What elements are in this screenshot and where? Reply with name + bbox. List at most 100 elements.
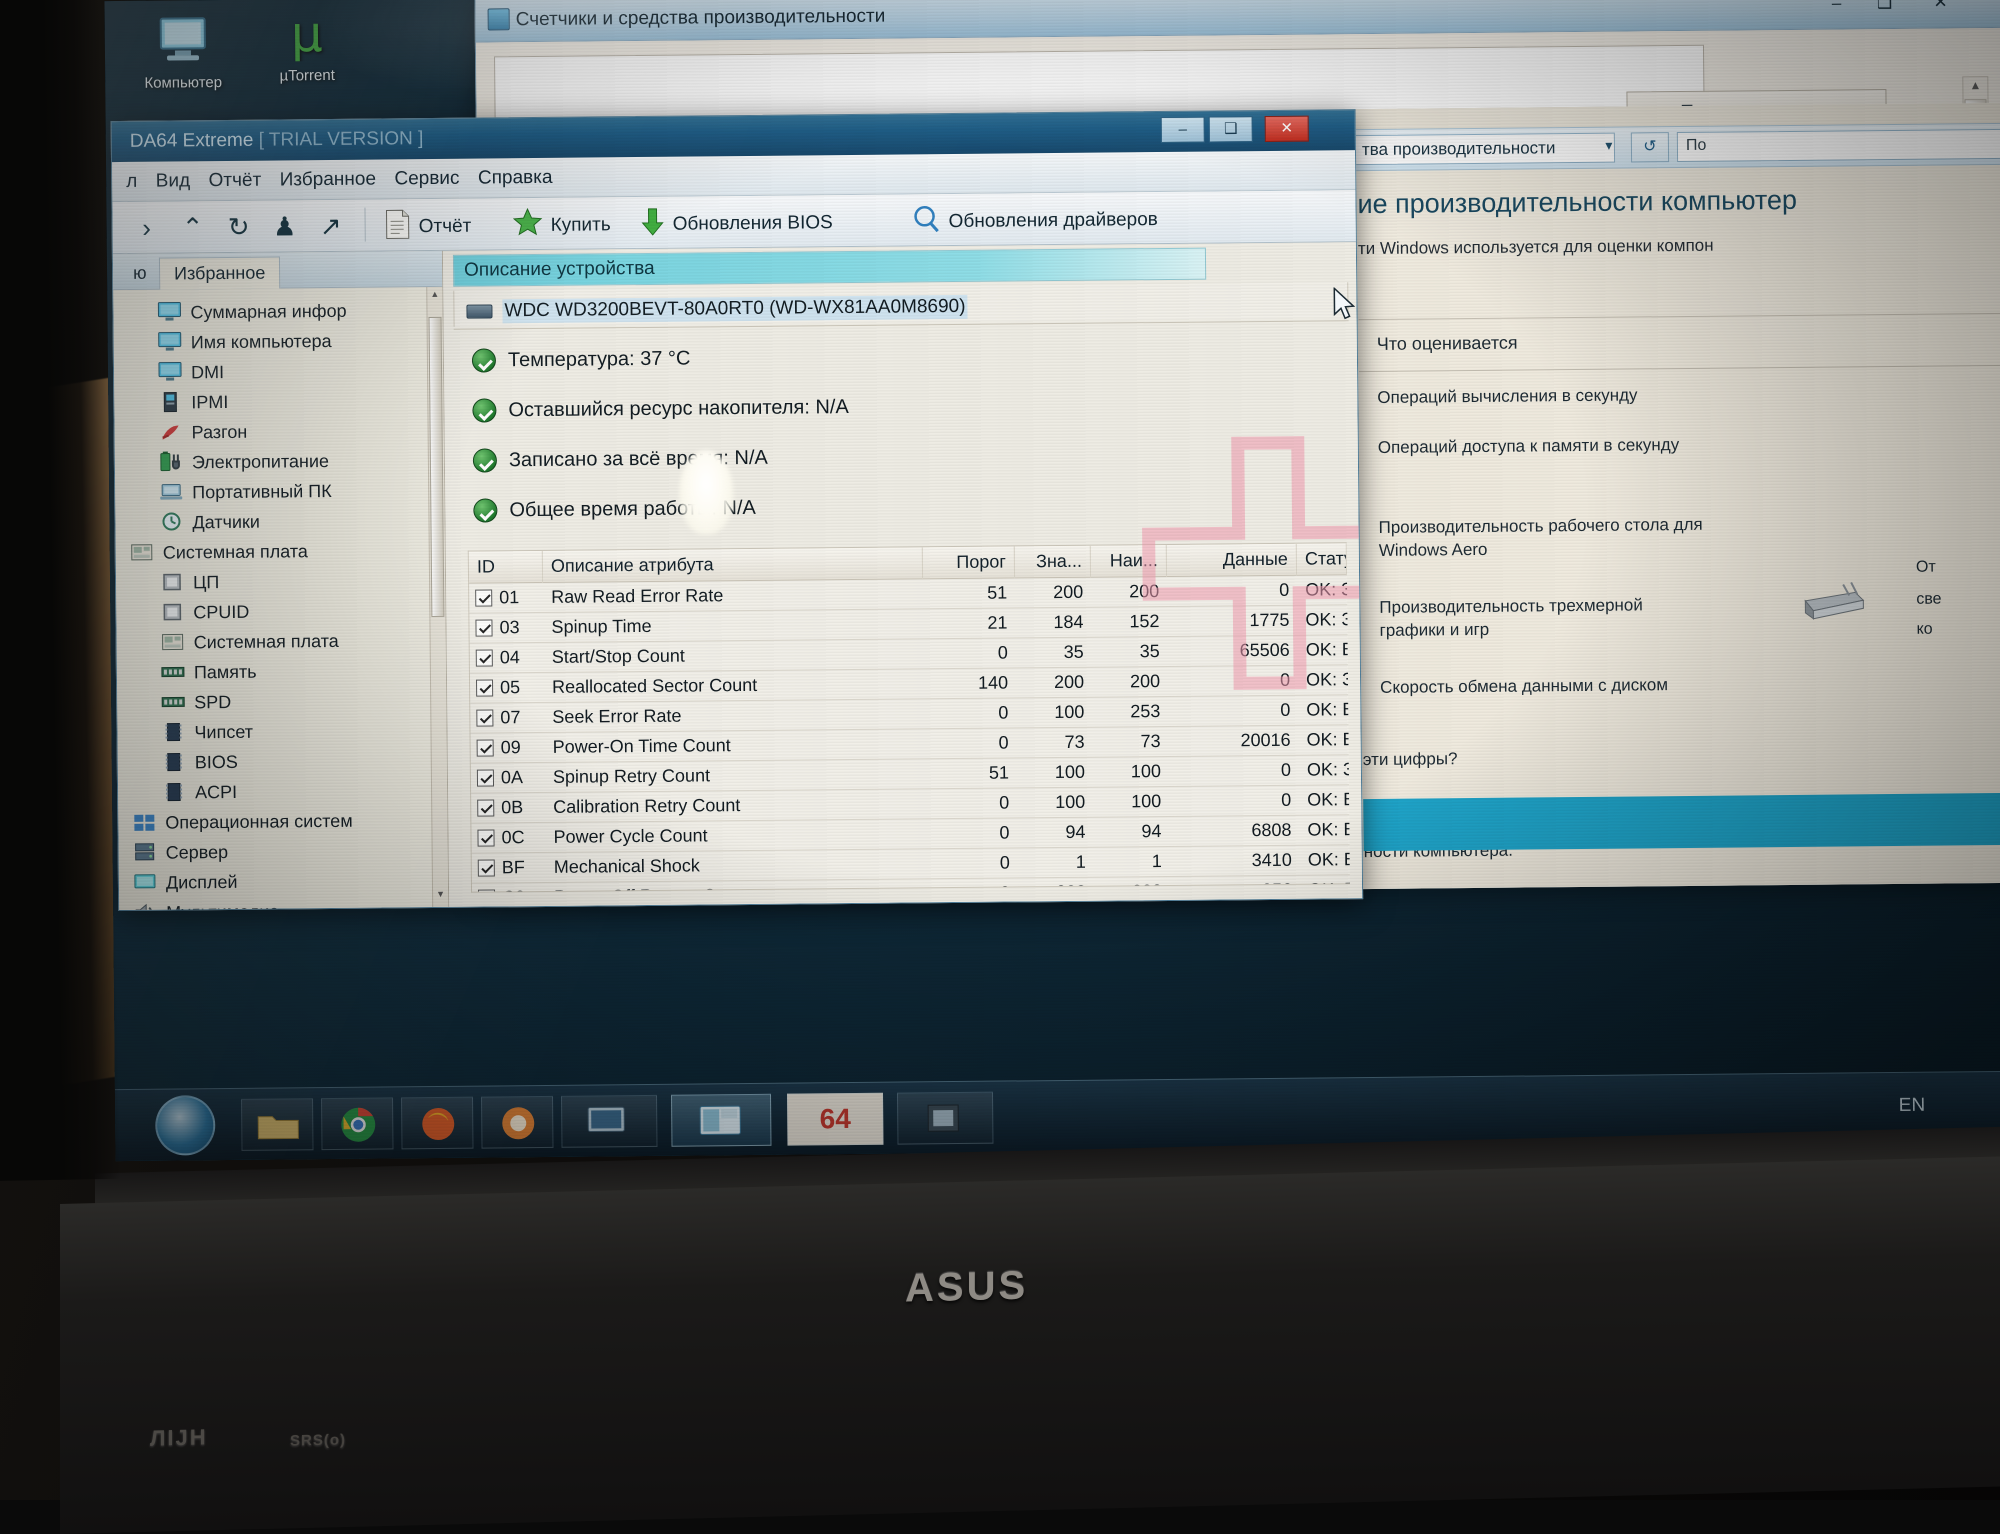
- row-checkbox[interactable]: [477, 739, 494, 756]
- row-checkbox[interactable]: [478, 889, 495, 892]
- scroll-up-icon[interactable]: ▲: [1964, 78, 1986, 100]
- perf-search-input[interactable]: По: [1677, 129, 2000, 162]
- cell-threshold: 0: [925, 818, 1017, 849]
- forward-icon[interactable]: ›: [128, 210, 164, 246]
- row-checkbox[interactable]: [477, 829, 494, 846]
- sidebar-item-2[interactable]: DMI: [118, 355, 427, 388]
- aida-maximize-button[interactable]: ❑: [1209, 116, 1253, 142]
- cell-id[interactable]: 04: [470, 642, 544, 673]
- menu-service[interactable]: Сервис: [394, 159, 473, 191]
- sidebar-item-8[interactable]: Системная плата: [120, 535, 429, 568]
- sidebar-item-10[interactable]: CPUID: [120, 595, 429, 628]
- row-checkbox[interactable]: [476, 679, 493, 696]
- buy-button[interactable]: Купить: [512, 207, 610, 240]
- column-header-id[interactable]: ID: [469, 550, 543, 583]
- sidebar-item-6[interactable]: Портативный ПК: [119, 475, 428, 508]
- sidebar-item-9[interactable]: ЦП: [120, 565, 429, 598]
- user-icon[interactable]: ♟: [266, 208, 302, 244]
- board-icon: [161, 631, 187, 653]
- tab-menu[interactable]: ю: [119, 258, 161, 290]
- desktop-icon-utorrent[interactable]: µ µTorrent: [247, 7, 368, 85]
- report-button[interactable]: Отчёт: [384, 209, 471, 242]
- row-checkbox[interactable]: [475, 589, 492, 606]
- taskbar-item-cpu-window[interactable]: [897, 1092, 993, 1145]
- menu-help[interactable]: Справка: [478, 158, 567, 190]
- sidebar-item-13[interactable]: SPD: [121, 685, 430, 718]
- row-checkbox[interactable]: [476, 709, 493, 726]
- cell-id[interactable]: 05: [470, 672, 544, 703]
- taskbar-item-explorer[interactable]: [241, 1098, 313, 1151]
- row-checkbox[interactable]: [477, 799, 494, 816]
- sidebar-scroll-thumb[interactable]: [429, 317, 445, 617]
- perf-maximize-button[interactable]: ❑: [1861, 0, 1907, 17]
- refresh-icon[interactable]: ↻: [220, 209, 256, 245]
- aida-minimize-button[interactable]: –: [1161, 117, 1205, 143]
- start-button[interactable]: [155, 1095, 216, 1156]
- sidebar-item-11[interactable]: Системная плата: [120, 625, 429, 658]
- sidebar-item-17[interactable]: Операционная систем: [122, 805, 431, 838]
- sidebar-item-7[interactable]: Датчики: [119, 505, 428, 538]
- cell-id[interactable]: 01: [469, 582, 543, 613]
- cell-id[interactable]: C0: [472, 882, 546, 892]
- cell-id[interactable]: 0A: [471, 762, 545, 793]
- sidebar-item-19[interactable]: Дисплей: [123, 865, 432, 898]
- driver-updates-button[interactable]: Обновления драйверов: [912, 202, 1158, 236]
- sidebar-item-12[interactable]: Память: [121, 655, 430, 688]
- sidebar-item-5[interactable]: Электропитание: [119, 445, 428, 478]
- sidebar-item-14[interactable]: Чипсет: [121, 715, 430, 748]
- sidebar-item-3[interactable]: IPMI: [118, 385, 427, 418]
- cell-id[interactable]: 07: [470, 702, 544, 733]
- chevron-down-icon[interactable]: ▼: [1603, 139, 1615, 153]
- taskbar-item-firefox[interactable]: [401, 1097, 473, 1150]
- scroll-up-icon[interactable]: ▲: [428, 289, 441, 305]
- sidebar-item-20[interactable]: Мультимедиа: [123, 895, 432, 910]
- taskbar-item-aida-window[interactable]: [671, 1094, 771, 1147]
- desktop-icon-computer[interactable]: Компьютер: [123, 14, 244, 92]
- row-checkbox[interactable]: [477, 769, 494, 786]
- row-checkbox[interactable]: [478, 859, 495, 876]
- sidebar-tree[interactable]: Суммарная инфорИмя компьютераDMIIPMIРазг…: [113, 287, 432, 910]
- cell-id[interactable]: 0B: [471, 792, 545, 823]
- aida64-sidebar: ю Избранное Суммарная инфорИмя компьютер…: [113, 251, 449, 910]
- column-header-threshold[interactable]: Порог: [923, 546, 1015, 579]
- sidebar-item-1[interactable]: Имя компьютера: [118, 325, 427, 358]
- chart-icon[interactable]: ↗: [312, 208, 348, 244]
- up-icon[interactable]: ⌃: [174, 209, 210, 245]
- tab-favorites[interactable]: Избранное: [159, 256, 281, 289]
- cell-desc: Seek Error Rate: [544, 699, 924, 733]
- scroll-down-icon[interactable]: ▼: [434, 889, 447, 905]
- screen-glare-blob: [679, 450, 734, 535]
- menu-favorites[interactable]: Избранное: [279, 159, 390, 191]
- taskbar-language-indicator[interactable]: EN: [1899, 1095, 1926, 1117]
- device-row[interactable]: WDC WD3200BEVT-80A0RT0 (WD-WX81AA0M8690): [453, 282, 1348, 327]
- sidebar-item-0[interactable]: Суммарная инфор: [117, 295, 426, 328]
- taskbar-item-perfmon[interactable]: [561, 1095, 657, 1148]
- menu-view[interactable]: Вид: [156, 161, 205, 192]
- perf-close-button[interactable]: ✕: [1917, 0, 1963, 17]
- perf-minimize-button[interactable]: –: [1813, 0, 1859, 18]
- menu-file[interactable]: л: [126, 162, 151, 193]
- taskbar-item-chrome[interactable]: [321, 1097, 393, 1150]
- sidebar-item-16[interactable]: ACPI: [122, 775, 431, 808]
- aida64-window[interactable]: DA64 Extreme [ TRIAL VERSION ] – ❑ ✕ л В…: [111, 109, 1364, 911]
- cell-id[interactable]: BF: [472, 852, 546, 883]
- sidebar-item-15[interactable]: BIOS: [122, 745, 431, 778]
- column-header-desc[interactable]: Описание атрибута: [543, 547, 923, 583]
- cell-id[interactable]: 03: [469, 612, 543, 643]
- bios-updates-button[interactable]: Обновления BIOS: [640, 205, 832, 239]
- menu-report[interactable]: Отчёт: [208, 161, 275, 193]
- row-checkbox[interactable]: [475, 619, 492, 636]
- cell-id[interactable]: 09: [471, 732, 545, 763]
- cell-id[interactable]: 0C: [471, 822, 545, 853]
- aida-close-button[interactable]: ✕: [1265, 116, 1309, 142]
- taskbar-item-aimp[interactable]: [481, 1096, 553, 1149]
- sidebar-item-4[interactable]: Разгон: [118, 415, 427, 448]
- sidebar-tabs[interactable]: ю Избранное: [113, 251, 442, 290]
- row-checkbox[interactable]: [476, 649, 493, 666]
- column-header-value[interactable]: Зна...: [1015, 545, 1091, 578]
- sidebar-item-label: Датчики: [192, 511, 260, 533]
- sidebar-item-18[interactable]: Сервер: [123, 835, 432, 868]
- perf-address-combo[interactable]: тва производительности: [1355, 133, 1615, 165]
- perf-refresh-button[interactable]: ↺: [1631, 132, 1669, 162]
- taskbar-item-aida64[interactable]: 64: [787, 1093, 883, 1146]
